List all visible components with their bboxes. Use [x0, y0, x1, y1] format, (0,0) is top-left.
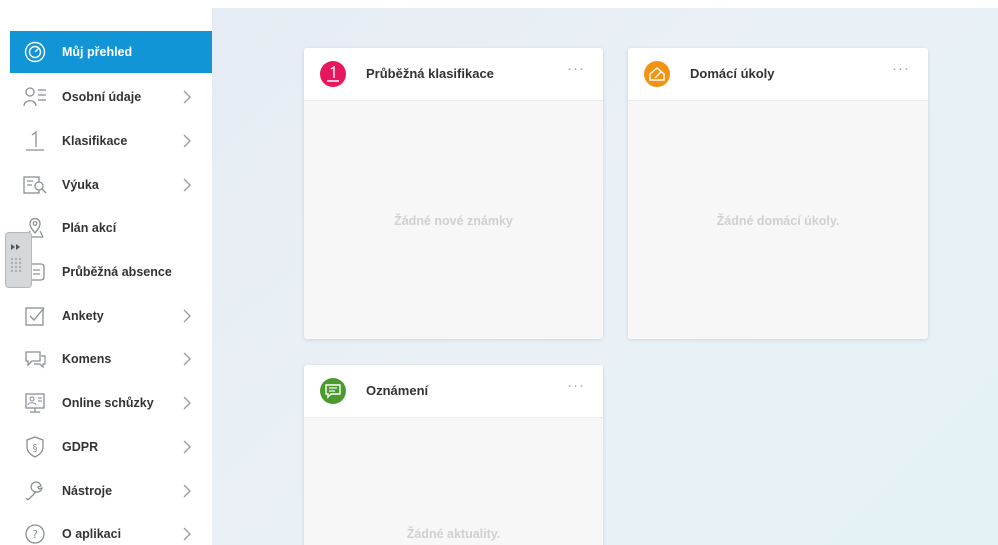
sidebar-item-osobni-udaje[interactable]: Osobní údaje: [10, 76, 212, 118]
card-prubezna-klasifikace: Průběžná klasifikace ··· Žádné nové znám…: [304, 48, 603, 339]
sidebar-item-label: Můj přehled: [62, 45, 133, 59]
dashboard-gauge-icon: [23, 40, 47, 64]
sidebar-item-ankety[interactable]: Ankety: [10, 295, 212, 337]
sidebar-item-label: Komens: [62, 352, 112, 366]
card-header: Průběžná klasifikace ···: [304, 48, 603, 101]
sidebar-item-vyuka[interactable]: Výuka: [10, 164, 212, 206]
card-empty-message: Žádné nové známky: [394, 214, 513, 228]
svg-text:?: ?: [32, 528, 38, 541]
chat-bubbles-icon: [23, 347, 47, 371]
sidebar-item-online-schuzky[interactable]: Online schůzky: [10, 382, 212, 424]
grade-badge-icon: [320, 61, 346, 87]
dashboard-main: Průběžná klasifikace ··· Žádné nové znám…: [212, 8, 998, 545]
sidebar-item-label: Plán akcí: [62, 221, 117, 235]
sidebar-item-o-aplikaci[interactable]: ? O aplikaci: [10, 513, 212, 545]
sidebar-item-label: Osobní údaje: [62, 90, 142, 104]
sidebar-item-label: Klasifikace: [62, 134, 128, 148]
card-oznameni: Oznámení ··· Žádné aktuality.: [304, 365, 603, 545]
chevron-right-icon: [183, 134, 191, 148]
sidebar-collapse-handle[interactable]: [5, 232, 32, 288]
more-options-icon[interactable]: ···: [567, 60, 585, 77]
card-title: Průběžná klasifikace: [366, 66, 494, 81]
checkbox-icon: [23, 304, 47, 328]
sidebar-item-label: Online schůzky: [62, 396, 154, 410]
chevron-right-icon: [183, 90, 191, 104]
card-title: Oznámení: [366, 383, 429, 398]
sidebar-item-muj-prehled[interactable]: Můj přehled: [10, 31, 212, 73]
card-empty-message: Žádné aktuality.: [406, 527, 501, 541]
card-empty-message: Žádné domácí úkoly.: [716, 214, 840, 228]
chevron-right-icon: [183, 178, 191, 192]
grade-one-icon: [23, 129, 47, 153]
more-options-icon[interactable]: ···: [567, 377, 585, 394]
question-icon: ?: [23, 522, 47, 545]
chevron-right-icon: [183, 440, 191, 454]
svg-text:§: §: [33, 443, 38, 454]
sidebar-item-gdpr[interactable]: § GDPR: [10, 426, 212, 468]
chevron-right-icon: [183, 484, 191, 498]
card-title: Domácí úkoly: [690, 66, 775, 81]
sidebar-item-prubezna-absence[interactable]: Průběžná absence: [10, 251, 212, 293]
announcement-badge-icon: [320, 378, 346, 404]
sidebar-item-label: Průběžná absence: [62, 265, 172, 279]
sidebar-item-label: Výuka: [62, 178, 99, 192]
sidebar-item-komens[interactable]: Komens: [10, 338, 212, 380]
double-chevron-right-icon: [11, 244, 21, 272]
person-list-icon: [23, 85, 47, 109]
card-header: Domácí úkoly ···: [628, 48, 928, 101]
chevron-right-icon: [183, 396, 191, 410]
sidebar-item-klasifikace[interactable]: Klasifikace: [10, 120, 212, 162]
card-domaci-ukoly: Domácí úkoly ··· Žádné domácí úkoly.: [628, 48, 928, 339]
more-options-icon[interactable]: ···: [892, 60, 910, 77]
sidebar-item-label: O aplikaci: [62, 527, 122, 541]
online-meeting-icon: [23, 391, 47, 415]
chevron-right-icon: [183, 352, 191, 366]
top-strip: [212, 0, 998, 8]
sidebar-item-label: Ankety: [62, 309, 104, 323]
wrench-icon: [23, 479, 47, 503]
shield-paragraph-icon: §: [23, 435, 47, 459]
sidebar: Můj přehled Osobní údaje Klasifikace Výu…: [0, 0, 212, 545]
chevron-right-icon: [183, 527, 191, 541]
card-header: Oznámení ···: [304, 365, 603, 418]
sidebar-item-plan-akci[interactable]: Plán akcí: [10, 207, 212, 249]
sidebar-item-label: GDPR: [62, 440, 99, 454]
chevron-right-icon: [183, 309, 191, 323]
sidebar-item-label: Nástroje: [62, 484, 113, 498]
homework-badge-icon: [644, 61, 670, 87]
sidebar-item-nastroje[interactable]: Nástroje: [10, 470, 212, 512]
book-search-icon: [23, 173, 47, 197]
